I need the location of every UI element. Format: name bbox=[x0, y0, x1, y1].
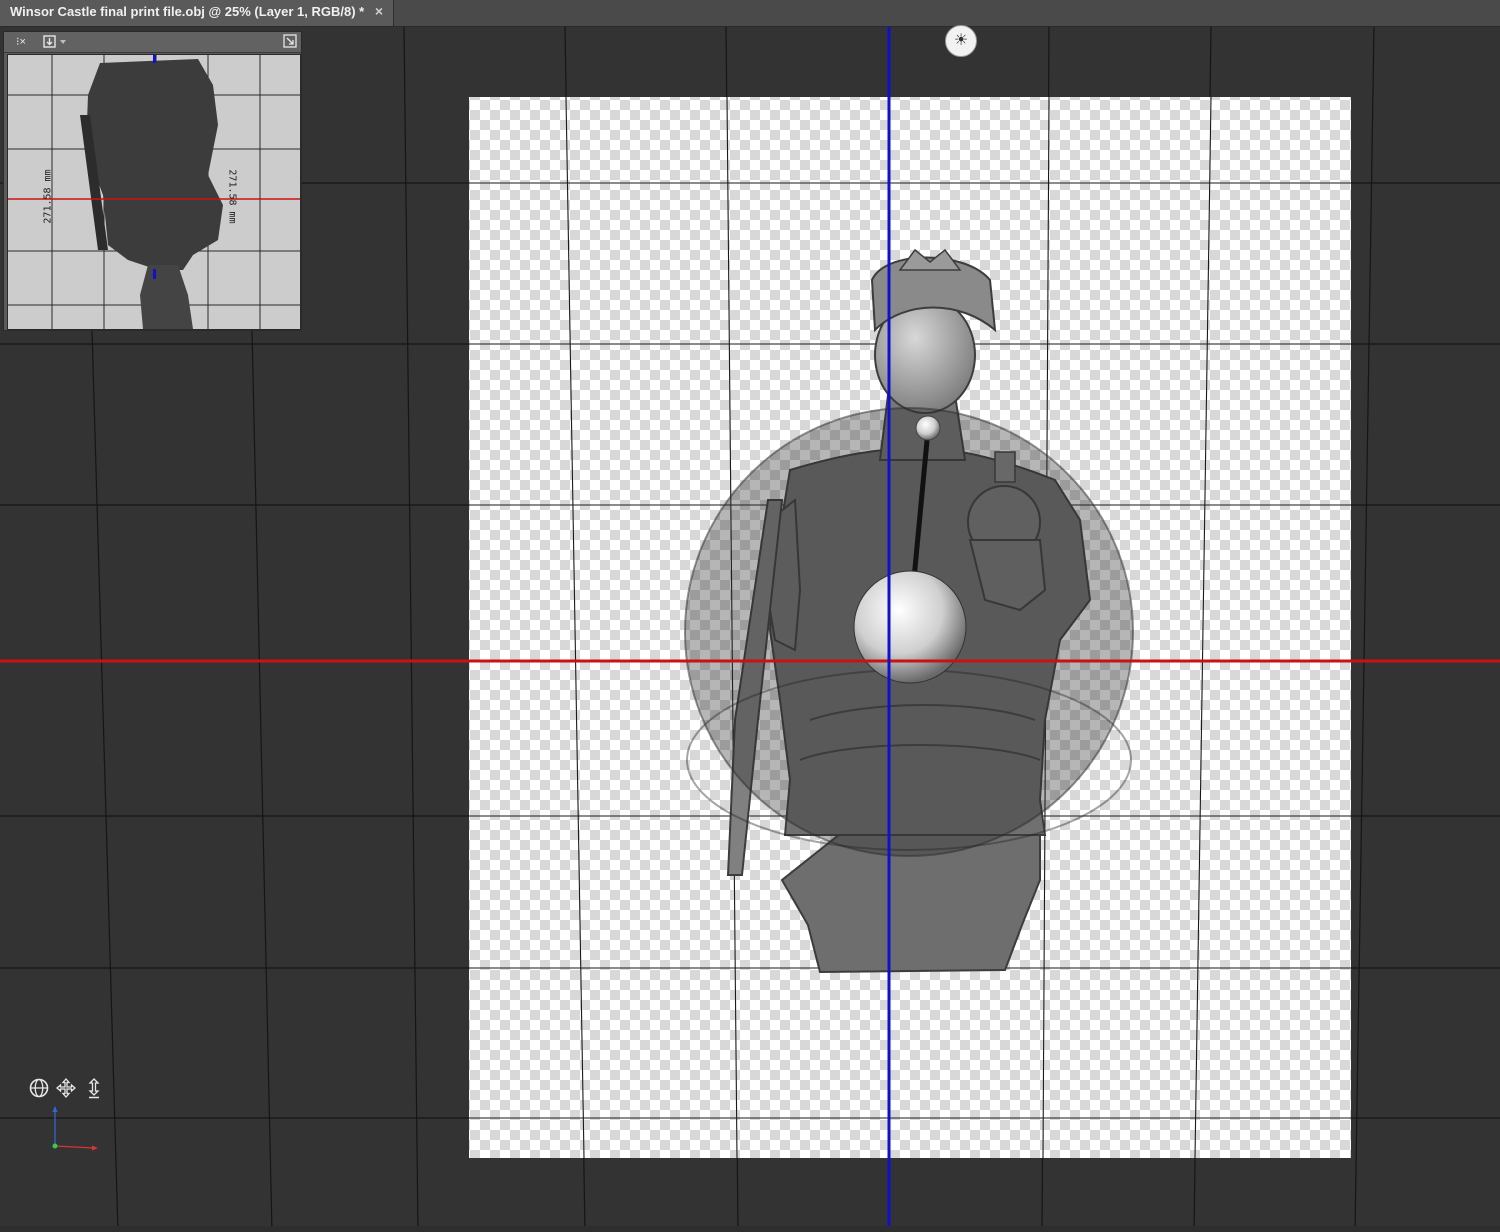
bottom-status-strip bbox=[0, 1226, 1500, 1232]
light-source-icon[interactable]: ☀ bbox=[945, 25, 977, 57]
view-options-dropdown-icon[interactable] bbox=[42, 34, 70, 50]
secondary-view-image[interactable]: 271.58 mm 271.58 mm bbox=[7, 54, 301, 330]
secondary-view-header: ⁝× bbox=[4, 32, 301, 53]
dimension-label-left: 271.58 mm bbox=[42, 169, 54, 224]
secondary-view-panel: ⁝× 271.58 mm 271.58 mm bbox=[3, 31, 302, 331]
panel-menu-close-icon[interactable]: ⁝× bbox=[8, 34, 34, 50]
orbit-icon[interactable] bbox=[28, 1077, 50, 1099]
light-gizmo[interactable] bbox=[684, 407, 1134, 857]
pan-icon[interactable] bbox=[55, 1077, 77, 1099]
document-tab[interactable]: Winsor Castle final print file.obj @ 25%… bbox=[0, 0, 394, 26]
document-tab-title: Winsor Castle final print file.obj @ 25%… bbox=[10, 4, 365, 19]
dimension-label-right: 271.58 mm bbox=[226, 169, 238, 224]
camera-tools bbox=[28, 1077, 108, 1101]
dolly-icon[interactable] bbox=[83, 1077, 105, 1099]
swap-view-icon[interactable] bbox=[282, 34, 298, 50]
close-tab-icon[interactable]: × bbox=[372, 0, 386, 24]
document-tab-bar: Winsor Castle final print file.obj @ 25%… bbox=[0, 0, 1500, 27]
axis-orientation-gizmo bbox=[52, 1106, 98, 1151]
